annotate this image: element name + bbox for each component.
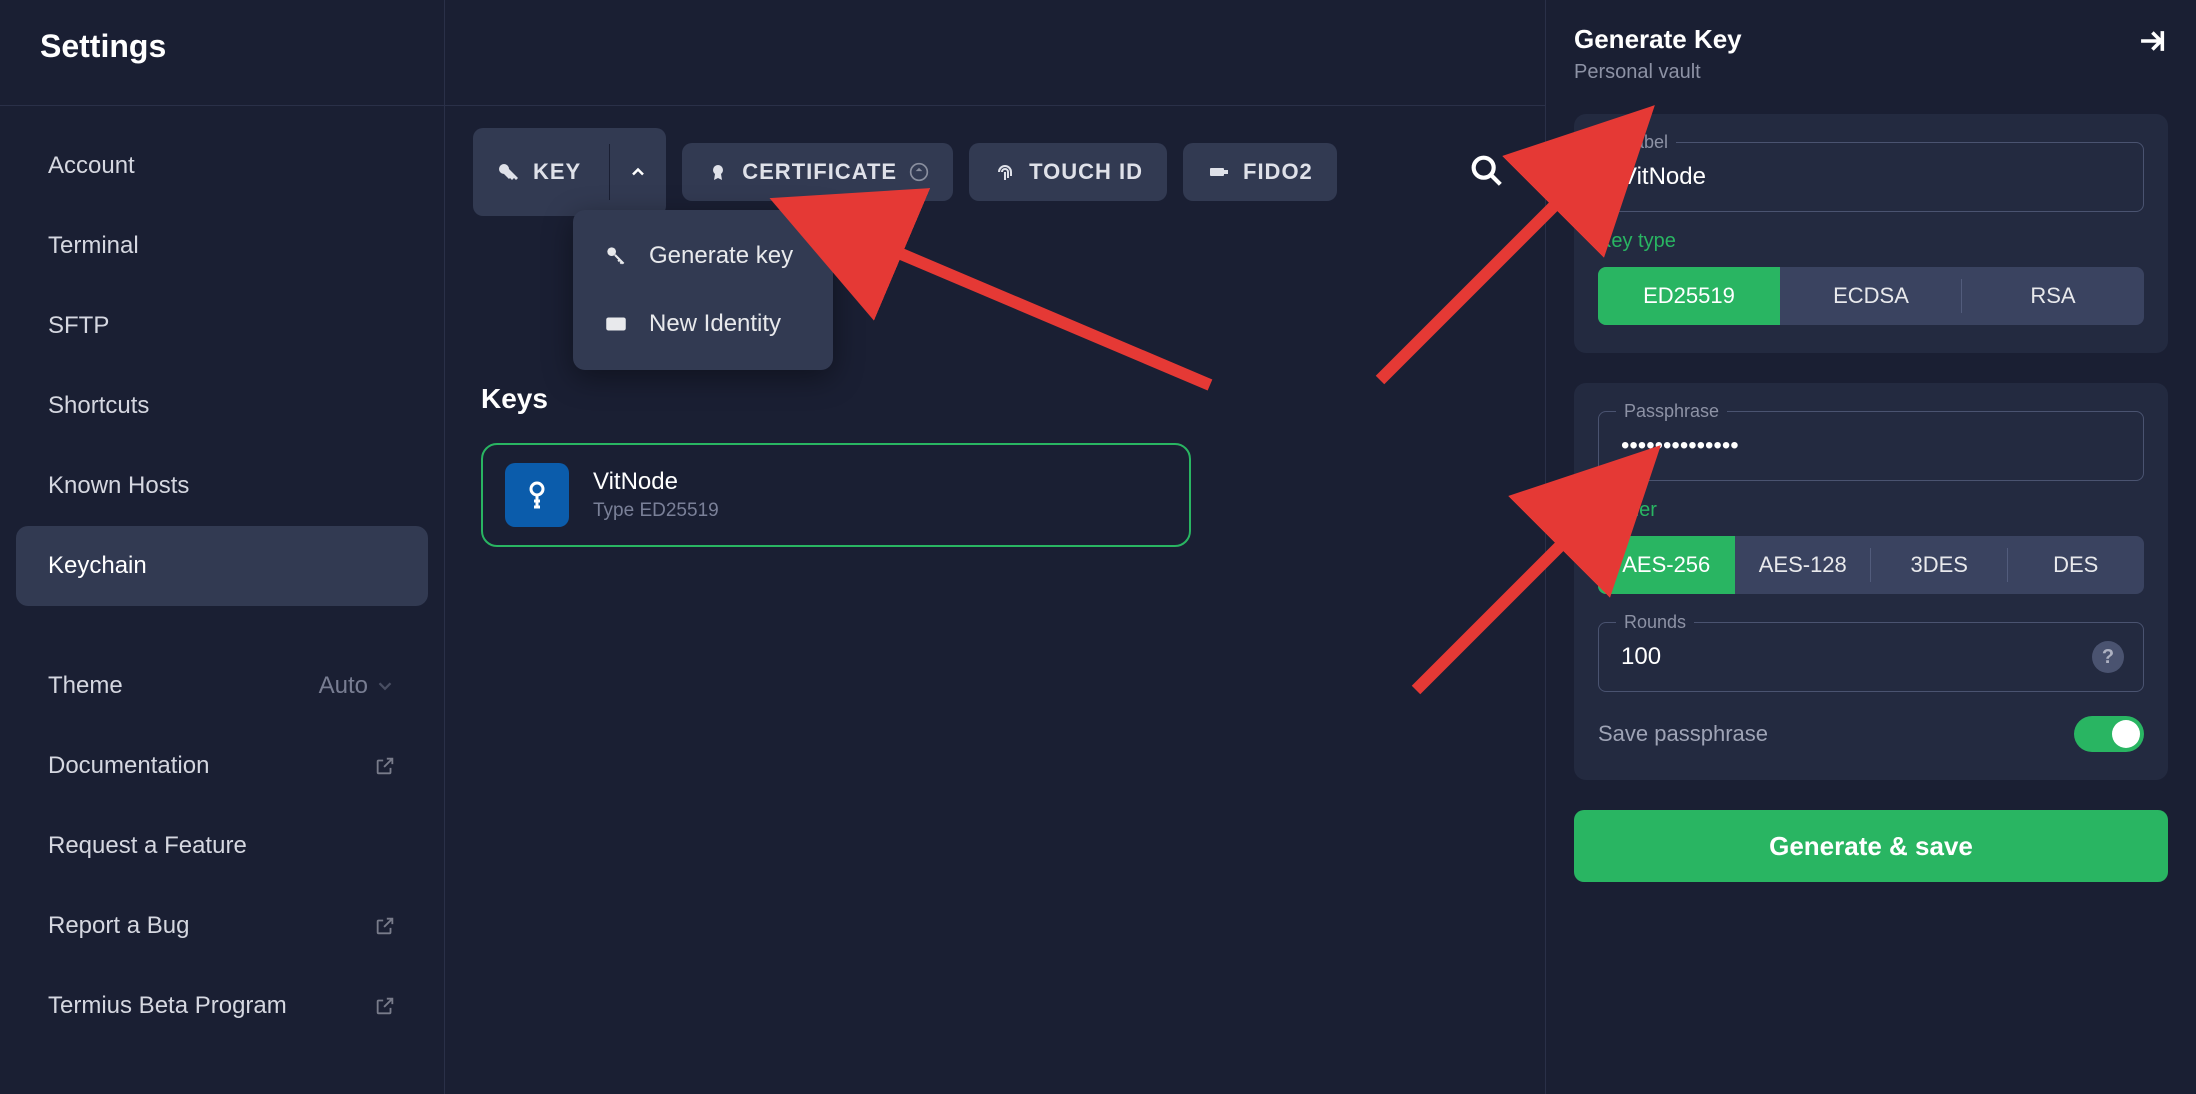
cipher-aes256[interactable]: AES-256 <box>1598 536 1735 594</box>
identity-icon <box>603 311 629 337</box>
sidebar-item-shortcuts[interactable]: Shortcuts <box>16 366 428 446</box>
fido2-icon <box>1207 160 1231 184</box>
keytype-ecdsa[interactable]: ECDSA <box>1780 267 1962 325</box>
fido2-button[interactable]: FIDO2 <box>1183 143 1337 201</box>
main-content: KEY CERTIFICATE TOUCH ID FIDO2 <box>445 0 1546 1094</box>
keytype-label: Key type <box>1598 230 2144 253</box>
fingerprint-icon <box>993 160 1017 184</box>
key-dropdown: Generate key New Identity <box>573 210 833 370</box>
chevron-down-icon <box>374 675 396 697</box>
save-passphrase-label: Save passphrase <box>1598 721 1768 747</box>
rounds-field-label: Rounds <box>1616 612 1694 633</box>
cipher-label: Cipher <box>1598 499 2144 522</box>
sidebar-item-theme[interactable]: Theme Auto <box>16 646 428 726</box>
dropdown-new-identity[interactable]: New Identity <box>573 290 833 358</box>
panel-title: Generate Key <box>1574 24 1742 55</box>
keytype-segmented: ED25519 ECDSA RSA <box>1598 267 2144 325</box>
save-passphrase-row: Save passphrase <box>1598 716 2144 752</box>
cipher-aes128[interactable]: AES-128 <box>1735 536 1872 594</box>
certificate-button[interactable]: CERTIFICATE <box>682 143 953 201</box>
theme-value: Auto <box>319 672 396 700</box>
key-name: VitNode <box>593 468 719 496</box>
main-top-header <box>445 0 1545 106</box>
key-dropdown-toggle[interactable] <box>609 144 666 200</box>
sidebar-item-keychain[interactable]: Keychain <box>16 526 428 606</box>
label-field: Label <box>1598 142 2144 212</box>
cipher-des[interactable]: DES <box>2008 536 2145 594</box>
keys-heading: Keys <box>481 383 1509 415</box>
collapse-icon <box>2134 24 2168 58</box>
dropdown-generate-key[interactable]: Generate key <box>573 222 833 290</box>
help-icon[interactable]: ? <box>2092 641 2124 673</box>
sidebar-item-sftp[interactable]: SFTP <box>16 286 428 366</box>
generate-key-panel: Generate Key Personal vault Label Key ty… <box>1546 0 2196 1094</box>
search-icon <box>1467 151 1507 191</box>
key-badge <box>505 463 569 527</box>
sidebar-item-documentation[interactable]: Documentation <box>16 726 428 806</box>
generate-save-button[interactable]: Generate & save <box>1574 810 2168 882</box>
cipher-3des[interactable]: 3DES <box>1871 536 2008 594</box>
sidebar-item-report-bug[interactable]: Report a Bug <box>16 886 428 966</box>
key-info: VitNode Type ED25519 <box>593 468 719 522</box>
label-input[interactable] <box>1598 142 2144 212</box>
external-link-icon <box>374 755 396 777</box>
key-type: Type ED25519 <box>593 500 719 522</box>
certificate-icon <box>706 160 730 184</box>
keytype-rsa[interactable]: RSA <box>1962 267 2144 325</box>
key-button[interactable]: KEY <box>473 128 666 216</box>
page-title: Settings <box>40 28 404 65</box>
keytype-ed25519[interactable]: ED25519 <box>1598 267 1780 325</box>
panel-header: Generate Key Personal vault <box>1574 24 2168 84</box>
sidebar-nav: Account Terminal SFTP Shortcuts Known Ho… <box>0 106 444 1094</box>
sidebar-item-beta-program[interactable]: Termius Beta Program <box>16 966 428 1046</box>
external-link-icon <box>374 915 396 937</box>
sidebar-header: Settings <box>0 0 444 106</box>
sidebar-item-account[interactable]: Account <box>16 126 428 206</box>
key-icon <box>519 477 555 513</box>
passphrase-field: Passphrase <box>1598 411 2144 481</box>
rounds-field: Rounds ? <box>1598 622 2144 692</box>
passphrase-card: Passphrase Cipher AES-256 AES-128 3DES D… <box>1574 383 2168 780</box>
label-field-label: Label <box>1616 132 1676 153</box>
cipher-segmented: AES-256 AES-128 3DES DES <box>1598 536 2144 594</box>
chevron-up-icon <box>628 162 648 182</box>
label-keytype-card: Label Key type ED25519 ECDSA RSA <box>1574 114 2168 353</box>
external-link-icon <box>374 995 396 1017</box>
key-icon <box>497 160 521 184</box>
toolbar: KEY CERTIFICATE TOUCH ID FIDO2 <box>445 106 1545 238</box>
key-card[interactable]: VitNode Type ED25519 <box>481 443 1191 547</box>
key-icon <box>603 243 629 269</box>
collapse-panel-button[interactable] <box>2134 24 2168 61</box>
touchid-button[interactable]: TOUCH ID <box>969 143 1167 201</box>
sidebar-item-known-hosts[interactable]: Known Hosts <box>16 446 428 526</box>
sidebar-item-terminal[interactable]: Terminal <box>16 206 428 286</box>
settings-sidebar: Settings Account Terminal SFTP Shortcuts… <box>0 0 445 1094</box>
panel-subtitle: Personal vault <box>1574 61 1742 84</box>
search-button[interactable] <box>1457 141 1517 204</box>
save-passphrase-toggle[interactable] <box>2074 716 2144 752</box>
arrow-up-icon <box>909 162 929 182</box>
sidebar-item-request-feature[interactable]: Request a Feature <box>16 806 428 886</box>
passphrase-field-label: Passphrase <box>1616 401 1727 422</box>
